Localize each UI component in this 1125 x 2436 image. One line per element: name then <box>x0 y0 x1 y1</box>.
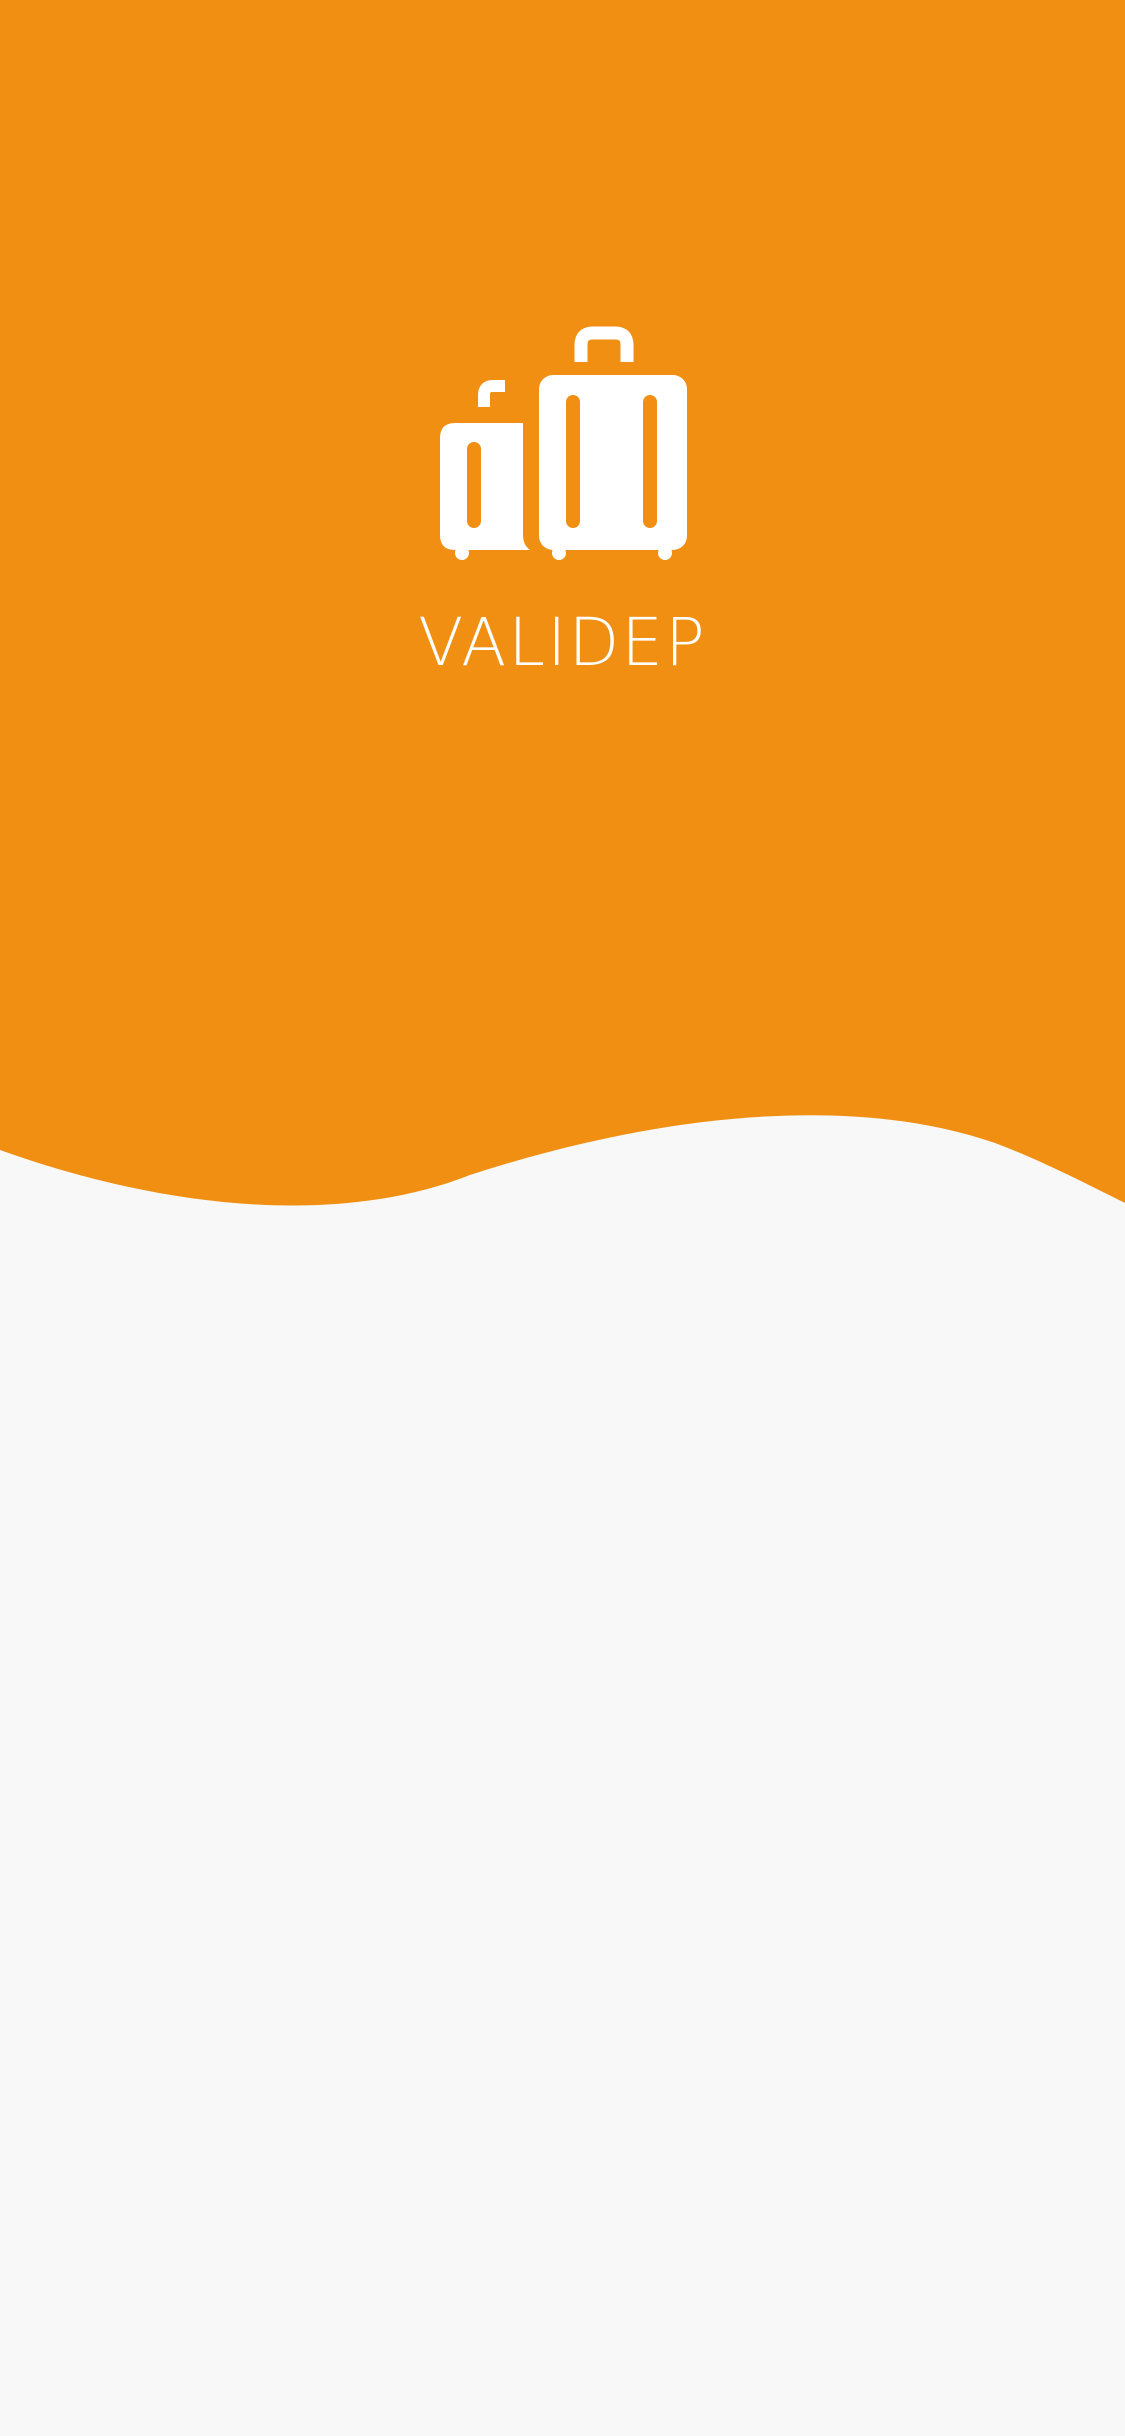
luggage-icon <box>440 326 687 560</box>
app-name: VALIDEP <box>418 604 707 681</box>
splash-screen: VALIDEP <box>0 0 1125 2436</box>
